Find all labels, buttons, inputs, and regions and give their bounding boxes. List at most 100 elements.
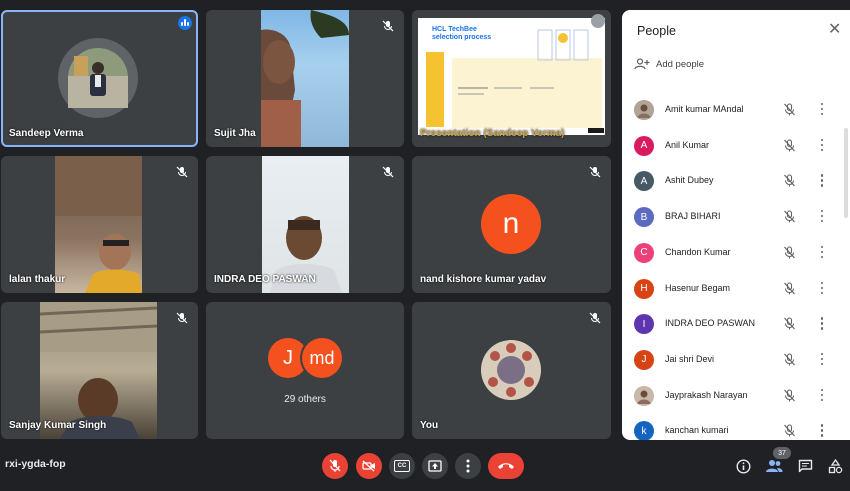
participant-row[interactable]: A Anil Kumar: [622, 129, 850, 163]
participant-row[interactable]: k kanchan kumari: [622, 414, 850, 440]
others-count-label: 29 others: [284, 394, 326, 405]
tile-you[interactable]: You: [412, 302, 611, 439]
participant-name: Jayprakash Narayan: [665, 389, 748, 400]
participant-avatar: A: [634, 171, 654, 192]
avatar: [58, 38, 138, 118]
people-icon: [766, 460, 783, 472]
mic-off-icon: [784, 317, 795, 330]
speaking-indicator-icon: [178, 16, 192, 30]
participant-avatar: C: [634, 242, 654, 263]
participant-name: INDRA DEO PASWAN: [665, 318, 756, 329]
participant-name: Jai shri Devi: [665, 353, 715, 364]
close-icon[interactable]: ✕: [828, 22, 841, 38]
participant-row[interactable]: J Jai shri Devi: [622, 343, 850, 377]
camera-off-icon: [362, 460, 375, 472]
more-vertical-icon[interactable]: [816, 101, 828, 117]
mic-off-icon: [589, 166, 601, 178]
more-vertical-icon[interactable]: [816, 137, 828, 153]
tile-others[interactable]: J md 29 others: [206, 302, 404, 439]
show-everyone-button[interactable]: [763, 456, 785, 476]
more-vertical-icon[interactable]: [816, 422, 828, 438]
activities-shapes-icon: [828, 458, 842, 473]
mic-off-icon: [784, 139, 795, 152]
participant-name: nand kishore kumar yadav: [420, 274, 547, 285]
participant-name: Ashit Dubey: [665, 175, 714, 186]
participant-avatar: A: [634, 135, 654, 156]
participant-name: INDRA DEO PASWAN: [214, 274, 316, 285]
avatar: [481, 340, 541, 400]
participant-row[interactable]: Jayprakash Narayan: [622, 379, 850, 413]
avatar: md: [302, 338, 342, 378]
mic-off-icon: [784, 353, 795, 366]
more-vertical-icon[interactable]: [816, 387, 828, 403]
more-vertical-icon[interactable]: [816, 244, 828, 260]
mic-off-icon: [591, 14, 605, 28]
more-vertical-icon: [466, 459, 470, 473]
closed-captions-icon: CC: [394, 460, 410, 472]
tile-nand-kishore[interactable]: n nand kishore kumar yadav: [412, 156, 611, 293]
video-feed: [55, 156, 142, 293]
panel-scrollbar[interactable]: [844, 128, 848, 218]
mic-off-icon: [382, 166, 394, 178]
participant-row[interactable]: A Ashit Dubey: [622, 164, 850, 198]
participant-avatar: [634, 100, 654, 120]
microphone-toggle-button[interactable]: [322, 453, 348, 479]
info-icon: [735, 458, 751, 474]
participant-name: BRAJ BIHARI: [665, 211, 721, 222]
more-vertical-icon[interactable]: [816, 208, 828, 224]
participant-row[interactable]: C Chandon Kumar: [622, 236, 850, 270]
participant-count-badge: 37: [773, 447, 791, 459]
video-feed: [261, 10, 349, 147]
more-vertical-icon[interactable]: [816, 351, 828, 367]
participant-avatar: J: [634, 349, 654, 370]
participant-name: Sandeep Verma: [9, 128, 84, 139]
participant-name: Amit kumar MAndal: [665, 104, 744, 114]
meeting-details-button[interactable]: [732, 456, 754, 476]
tile-sanjay-kumar-singh[interactable]: Sanjay Kumar Singh: [1, 302, 198, 439]
mic-off-icon: [784, 281, 795, 294]
participant-name: Presentation (Sandeep Verma): [420, 128, 565, 139]
participant-row[interactable]: Amit kumar MAndal: [622, 93, 850, 127]
tile-sujit-jha[interactable]: Sujit Jha: [206, 10, 404, 147]
activities-button[interactable]: [824, 456, 846, 476]
tile-indra-deo-paswan[interactable]: INDRA DEO PASWAN: [206, 156, 404, 293]
panel-title: People: [637, 24, 676, 38]
participant-name: lalan thakur: [9, 274, 66, 285]
participant-avatar: I: [634, 314, 654, 335]
participant-name: Hasenur Begam: [665, 282, 731, 293]
participant-row[interactable]: I INDRA DEO PASWAN: [622, 307, 850, 341]
mic-off-icon: [784, 246, 795, 259]
participant-avatar: H: [634, 278, 654, 299]
participant-avatar: k: [634, 421, 654, 440]
participant-row[interactable]: H Hasenur Begam: [622, 272, 850, 306]
participant-name: kanchan kumari: [665, 425, 729, 436]
meeting-code: rxi-ygda-fop: [5, 458, 66, 470]
more-vertical-icon[interactable]: [816, 280, 828, 296]
camera-toggle-button[interactable]: [356, 453, 382, 479]
tile-lalan-thakur[interactable]: lalan thakur: [1, 156, 198, 293]
participant-name: Sanjay Kumar Singh: [9, 420, 107, 431]
mic-off-icon: [784, 174, 795, 187]
mic-off-icon: [784, 424, 795, 437]
presentation-slide: HCL TechBee selection process: [418, 18, 605, 135]
participant-avatar: B: [634, 207, 654, 228]
profile-photo: [68, 48, 128, 108]
chat-button[interactable]: [794, 456, 816, 476]
tile-sandeep-verma[interactable]: Sandeep Verma: [1, 10, 198, 147]
leave-call-button[interactable]: [488, 453, 524, 479]
present-screen-icon: [428, 460, 442, 472]
add-people-button[interactable]: Add people: [634, 56, 704, 72]
video-feed: [39, 302, 158, 439]
participant-name: Chandon Kumar: [665, 246, 731, 257]
mic-off-icon: [176, 166, 188, 178]
present-now-button[interactable]: [422, 453, 448, 479]
add-person-icon: [634, 58, 650, 70]
tile-presentation[interactable]: HCL TechBee selection process Presentati…: [412, 10, 611, 147]
more-vertical-icon[interactable]: [816, 172, 828, 188]
participant-row[interactable]: B BRAJ BIHARI: [622, 200, 850, 234]
captions-button[interactable]: CC: [389, 453, 415, 479]
video-feed: [262, 156, 349, 293]
more-vertical-icon[interactable]: [816, 315, 828, 331]
mic-off-icon: [329, 459, 341, 472]
more-options-button[interactable]: [455, 453, 481, 479]
